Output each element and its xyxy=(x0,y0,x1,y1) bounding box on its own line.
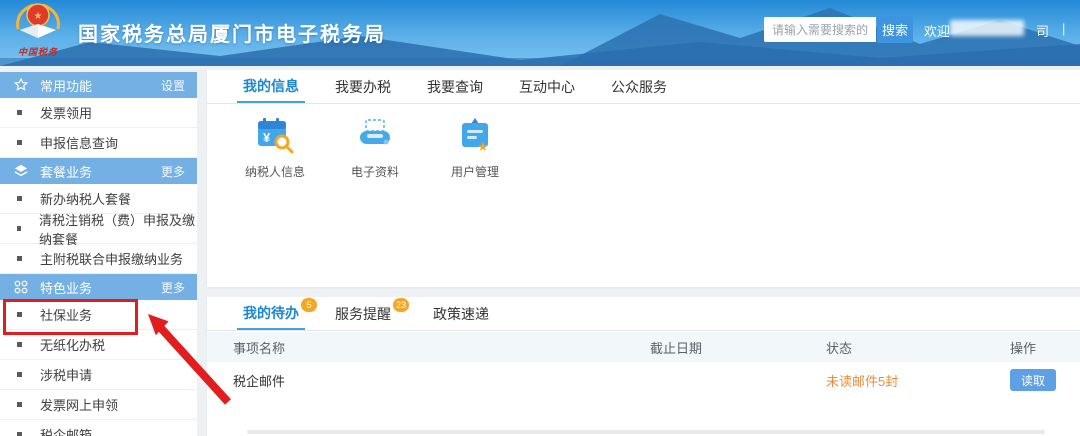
shortcut-e-documents[interactable]: 电子资料 xyxy=(325,118,425,180)
tab-query[interactable]: 我要查询 xyxy=(421,70,489,103)
more-link[interactable]: 更多 xyxy=(161,279,185,296)
sidebar-section-package: 套餐业务 更多 xyxy=(0,158,197,184)
grid-icon xyxy=(14,280,28,294)
svg-text:¥: ¥ xyxy=(263,130,271,145)
settings-link[interactable]: 设置 xyxy=(161,77,185,94)
bullet-icon xyxy=(17,196,22,201)
more-link[interactable]: 更多 xyxy=(161,163,185,180)
section-title: 特色业务 xyxy=(40,280,93,296)
sidebar-item-declaration-query[interactable]: 申报信息查询 xyxy=(0,128,197,158)
bullet-icon xyxy=(17,226,22,231)
shortcut-taxpayer-info[interactable]: ¥ 纳税人信息 xyxy=(225,118,325,180)
column-deadline: 截止日期 xyxy=(650,340,703,356)
redacted-company-name xyxy=(950,20,1024,36)
welcome-suffix: 司 xyxy=(1036,24,1050,39)
sidebar-item-tax-enterprise-mailbox[interactable]: 税企邮箱 xyxy=(0,420,197,436)
sidebar-item-tax-application[interactable]: 涉税申请 xyxy=(0,360,197,390)
taxpayer-info-icon: ¥ xyxy=(258,118,294,154)
bullet-icon xyxy=(17,372,22,377)
e-document-icon xyxy=(360,119,390,145)
welcome-text: 欢迎 xyxy=(924,24,951,39)
national-emblem-icon: ★ xyxy=(16,3,60,38)
sidebar: 常用功能 设置 发票领用 申报信息查询 套餐业务 更多 新办纳税人套餐 清税注销… xyxy=(0,72,197,436)
table-row-tax-mail[interactable]: 税企邮件 未读邮件5封 读取 xyxy=(207,362,1080,398)
search-input[interactable] xyxy=(764,17,876,42)
svg-text:★: ★ xyxy=(477,139,489,154)
row-status: 未读邮件5封 xyxy=(826,373,899,389)
sidebar-item-paperless-tax[interactable]: 无纸化办税 xyxy=(0,330,197,360)
next-row-divider xyxy=(247,430,1045,434)
bullet-icon xyxy=(17,312,22,317)
main-info-panel: 我的信息 我要办税 我要查询 互动中心 公众服务 ¥ 纳税人信息 电子资料 ★ … xyxy=(207,70,1080,287)
user-management-icon: ★ xyxy=(462,118,489,154)
tab-my-todo[interactable]: 我的待办 5 xyxy=(237,297,317,330)
sidebar-item-joint-declaration[interactable]: 主附税联合申报缴纳业务 xyxy=(0,244,197,274)
bullet-icon xyxy=(17,110,22,115)
shortcut-user-management[interactable]: ★ 用户管理 xyxy=(425,118,525,180)
page: ★ 中国税务 国家税务总局厦门市电子税务局 搜索 欢迎 司 | 常用功能 设置 … xyxy=(0,0,1080,436)
read-button[interactable]: 读取 xyxy=(1010,369,1056,391)
sidebar-item-online-invoice-apply[interactable]: 发票网上申领 xyxy=(0,390,197,420)
bullet-icon xyxy=(17,140,22,145)
tab-public-service[interactable]: 公众服务 xyxy=(605,70,673,103)
app-header: ★ 中国税务 国家税务总局厦门市电子税务局 搜索 欢迎 司 | xyxy=(0,0,1080,66)
todo-count-badge: 5 xyxy=(301,298,317,312)
star-icon xyxy=(14,78,28,92)
row-item-name: 税企邮件 xyxy=(233,373,286,389)
china-tax-logo: ★ 中国税务 xyxy=(8,2,68,58)
tab-policy-express[interactable]: 政策速递 xyxy=(427,297,495,330)
reminder-count-badge: 23 xyxy=(392,298,409,312)
tab-service-reminder[interactable]: 服务提醒 23 xyxy=(329,297,409,330)
todo-table-header: 事项名称 截止日期 状态 操作 xyxy=(207,332,1080,362)
header-separator: | xyxy=(1062,21,1066,36)
section-title: 常用功能 xyxy=(40,78,93,94)
todo-panel: 我的待办 5 服务提醒 23 政策速递 事项名称 截止日期 状态 操作 税企邮件… xyxy=(207,297,1080,436)
section-title: 套餐业务 xyxy=(40,164,93,180)
shortcut-row: ¥ 纳税人信息 电子资料 ★ 用户管理 xyxy=(207,118,1080,180)
layers-icon xyxy=(14,164,28,178)
main-tab-bar: 我的信息 我要办税 我要查询 互动中心 公众服务 xyxy=(207,70,1080,104)
tab-tax-handling[interactable]: 我要办税 xyxy=(329,70,397,103)
sidebar-item-tax-clearance-package[interactable]: 清税注销税（费）申报及缴纳套餐 xyxy=(0,213,197,247)
sidebar-section-common: 常用功能 设置 xyxy=(0,72,197,98)
svg-text:★: ★ xyxy=(34,11,43,22)
bullet-icon xyxy=(17,256,22,261)
bullet-icon xyxy=(17,402,22,407)
tab-interaction-center[interactable]: 互动中心 xyxy=(513,70,581,103)
search-button[interactable]: 搜索 xyxy=(877,16,913,43)
sidebar-item-invoice-collect[interactable]: 发票领用 xyxy=(0,98,197,128)
column-status: 状态 xyxy=(826,340,853,356)
todo-tab-bar: 我的待办 5 服务提醒 23 政策速递 xyxy=(207,297,1080,331)
sidebar-section-special: 特色业务 更多 xyxy=(0,274,197,300)
tab-my-info[interactable]: 我的信息 xyxy=(237,70,305,103)
sidebar-item-social-security[interactable]: 社保业务 xyxy=(0,300,197,330)
column-item-name: 事项名称 xyxy=(233,340,286,356)
page-title: 国家税务总局厦门市电子税务局 xyxy=(78,24,386,46)
bullet-icon xyxy=(17,432,22,436)
logo-caption: 中国税务 xyxy=(17,47,58,57)
column-action: 操作 xyxy=(1010,340,1037,356)
bullet-icon xyxy=(17,342,22,347)
